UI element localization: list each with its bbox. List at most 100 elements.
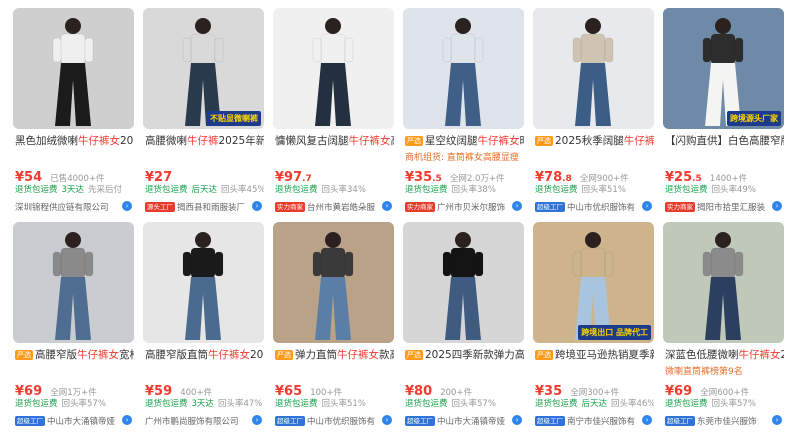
shop-row[interactable]: 超级工厂 南宁市佳兴服饰有	[535, 415, 654, 427]
chevron-right-icon[interactable]: ›	[512, 415, 522, 425]
product-card[interactable]: 慵懒风复古阔腿牛仔裤女高 ¥97.7 退货包运费回头率34% 实力商家台州市黄岩皓…	[273, 8, 394, 218]
product-title[interactable]: 严选星空纹阔腿牛仔裤女时	[405, 133, 524, 149]
product-title[interactable]: 严选 跨境亚马逊热销夏季新	[535, 347, 654, 363]
product-title[interactable]: 严选弹力直筒牛仔裤女款高	[275, 347, 394, 363]
chevron-right-icon[interactable]: ›	[382, 201, 392, 211]
title-highlight: 牛仔裤女	[208, 349, 250, 361]
product-image[interactable]	[403, 8, 524, 129]
selection-badge: 严选	[405, 350, 423, 360]
chevron-right-icon[interactable]: ›	[382, 415, 392, 425]
service-tags: 退货包运费 回头率57%	[665, 397, 784, 409]
product-title[interactable]: 慵懒风复古阔腿牛仔裤女高	[275, 133, 394, 149]
product-card[interactable]: 跨境源头厂家 【闪购直供】白色高腰窄版 ¥25.5 1400+件 退货包运费 回头率…	[663, 8, 784, 218]
product-image[interactable]	[143, 222, 264, 343]
product-title[interactable]: 黑色加绒微喇牛仔裤女2025	[15, 133, 134, 149]
product-card[interactable]: 严选星空纹阔腿牛仔裤女时商机组货: 直筒裤女高腰显瘦 ¥35.5 全网2.0万+…	[403, 8, 524, 218]
product-subtitle: 微喇直筒裤榜第9名	[665, 367, 743, 377]
shop-name[interactable]: 广州市鹏尚服饰有限公司	[145, 417, 239, 427]
product-image[interactable]: 不贴显微喇裤	[143, 8, 264, 129]
chevron-right-icon[interactable]: ›	[772, 201, 782, 211]
product-card[interactable]: 高腰窄版直筒牛仔裤女2025 ¥59 400+件 退货包运费3天达回头率47% 广…	[143, 222, 264, 432]
shop-name[interactable]: 中山市优织服饰有	[567, 203, 635, 213]
selection-badge: 严选	[535, 136, 553, 146]
product-title[interactable]: 严选2025秋季阔腿牛仔裤中	[535, 133, 654, 149]
shop-name[interactable]: 中山市优织服饰有	[307, 417, 375, 427]
product-image[interactable]	[273, 8, 394, 129]
product-card[interactable]: 黑色加绒微喇牛仔裤女2025 ¥54 已售4000+件 退货包运费3天达先采后付…	[13, 8, 134, 218]
service-tag: 退货包运费	[145, 185, 188, 195]
chevron-right-icon[interactable]: ›	[252, 201, 262, 211]
price-row: ¥80 200+件	[405, 380, 524, 399]
product-card[interactable]: 严选2025秋季阔腿牛仔裤中 ¥78.8 全网900+件 退货包运费回头率51%…	[533, 8, 654, 218]
title-text: 【闪购直供】白色高腰窄版	[665, 135, 784, 147]
product-card[interactable]: 跨境出口 品牌代工 严选 跨境亚马逊热销夏季新 ¥35 全网300+件 退货包运费后…	[533, 222, 654, 432]
shop-row[interactable]: 超级工厂 中山市大涌镇帝娅	[15, 415, 134, 427]
title-text-end: 款高	[379, 349, 394, 361]
chevron-right-icon[interactable]: ›	[642, 201, 652, 211]
shop-name[interactable]: 揭阳市拾里汇服装	[697, 203, 765, 213]
chevron-right-icon[interactable]: ›	[122, 415, 132, 425]
shop-badge: 源头工厂	[145, 202, 175, 212]
product-card[interactable]: 严选2025四季新款弹力高腰 ¥80 200+件 退货包运费回头率57% 超级工厂…	[403, 222, 524, 432]
shop-name[interactable]: 中山市大涌镇帝娅	[437, 417, 505, 427]
product-title[interactable]: 严选2025四季新款弹力高腰	[405, 347, 524, 363]
title-text: 跨境亚马逊热销夏季新	[555, 349, 654, 361]
product-image[interactable]: 跨境出口 品牌代工	[533, 222, 654, 343]
service-tags: 退货包运费 回头率57%	[405, 397, 524, 409]
shop-row[interactable]: 超级工厂 中山市大涌镇帝娅	[405, 415, 524, 427]
title-text: 弹力直筒	[295, 349, 337, 361]
product-image[interactable]	[663, 222, 784, 343]
product-image[interactable]	[13, 8, 134, 129]
product-title[interactable]: 严选高腰窄版牛仔裤女宽松	[15, 347, 134, 363]
shop-row[interactable]: 超级工厂 中山市优织服饰有	[535, 201, 654, 213]
shop-row[interactable]: 实力商家 广州市贝米尔服饰	[405, 201, 524, 213]
product-card[interactable]: 严选弹力直筒牛仔裤女款高 ¥65 100+件 退货包运费回头率51% 超级工厂中山…	[273, 222, 394, 432]
chevron-right-icon[interactable]: ›	[252, 415, 262, 425]
product-card[interactable]: 不贴显微喇裤高腰微喇牛仔裤2025年新款 ¥27 退货包运费后天达回头率45% 源…	[143, 8, 264, 218]
price-row: ¥35.5 全网2.0万+件	[405, 166, 524, 185]
product-image[interactable]	[273, 222, 394, 343]
shop-name[interactable]: 深圳锦程供应链有限公司	[15, 203, 109, 213]
title-text: 星空纹阔腿	[425, 135, 478, 147]
product-title[interactable]: 深蓝色低腰微喇牛仔裤女20	[665, 347, 784, 363]
shop-badge: 实力商家	[405, 202, 435, 212]
service-tags: 退货包运费 3天达 先采后付	[15, 183, 134, 195]
shop-name[interactable]: 南宁市佳兴服饰有	[567, 417, 635, 427]
title-text: 高腰窄版	[35, 349, 77, 361]
shop-name[interactable]: 台州市黄岩皓朵服	[307, 203, 375, 213]
shop-row[interactable]: 源头工厂 揭西县和雨服装厂	[145, 201, 264, 213]
price-row: ¥97.7	[275, 166, 394, 185]
product-image[interactable]	[533, 8, 654, 129]
title-highlight: 牛仔裤	[623, 135, 654, 147]
product-image[interactable]	[403, 222, 524, 343]
service-tag: 回头率51%	[581, 185, 626, 195]
shop-row[interactable]: 超级工厂 东莞市佳兴服饰	[665, 415, 784, 427]
shop-row[interactable]: 深圳锦程供应链有限公司	[15, 201, 134, 213]
shop-name[interactable]: 广州市贝米尔服饰	[437, 203, 505, 213]
product-image[interactable]: 跨境源头厂家	[663, 8, 784, 129]
shop-name[interactable]: 揭西县和雨服装厂	[177, 203, 245, 213]
product-card[interactable]: 严选高腰窄版牛仔裤女宽松 ¥69 全网1万+件 退货包运费回头率57% 超级工厂中…	[13, 222, 134, 432]
product-title[interactable]: 高腰微喇牛仔裤2025年新款	[145, 133, 264, 149]
title-text-end: 2025年新款	[218, 135, 265, 147]
chevron-right-icon[interactable]: ›	[512, 201, 522, 211]
product-title[interactable]: 【闪购直供】白色高腰窄版	[665, 133, 784, 149]
chevron-right-icon[interactable]: ›	[642, 415, 652, 425]
title-text-end: 时	[520, 135, 525, 147]
image-overlay-text: 不贴显微喇裤	[207, 111, 261, 126]
chevron-right-icon[interactable]: ›	[122, 201, 132, 211]
product-title[interactable]: 高腰窄版直筒牛仔裤女2025	[145, 347, 264, 363]
product-image[interactable]	[13, 222, 134, 343]
shop-row[interactable]: 广州市鹏尚服饰有限公司	[145, 415, 264, 427]
shop-name[interactable]: 东莞市佳兴服饰	[697, 417, 757, 427]
title-highlight: 牛仔裤女	[477, 135, 520, 147]
service-tags: 退货包运费 回头率51%	[275, 397, 394, 409]
service-tag: 退货包运费	[275, 399, 318, 409]
shop-row[interactable]: 实力商家 揭阳市拾里汇服装	[665, 201, 784, 213]
shop-name[interactable]: 中山市大涌镇帝娅	[47, 417, 115, 427]
image-overlay-text: 跨境源头厂家	[727, 111, 781, 126]
product-card[interactable]: 深蓝色低腰微喇牛仔裤女20 微喇直筒裤榜第9名 ¥69 全网600+件 退货包运费…	[663, 222, 784, 432]
shop-row[interactable]: 实力商家 台州市黄岩皓朵服	[275, 201, 394, 213]
chevron-right-icon[interactable]: ›	[772, 415, 782, 425]
shop-row[interactable]: 超级工厂 中山市优织服饰有	[275, 415, 394, 427]
